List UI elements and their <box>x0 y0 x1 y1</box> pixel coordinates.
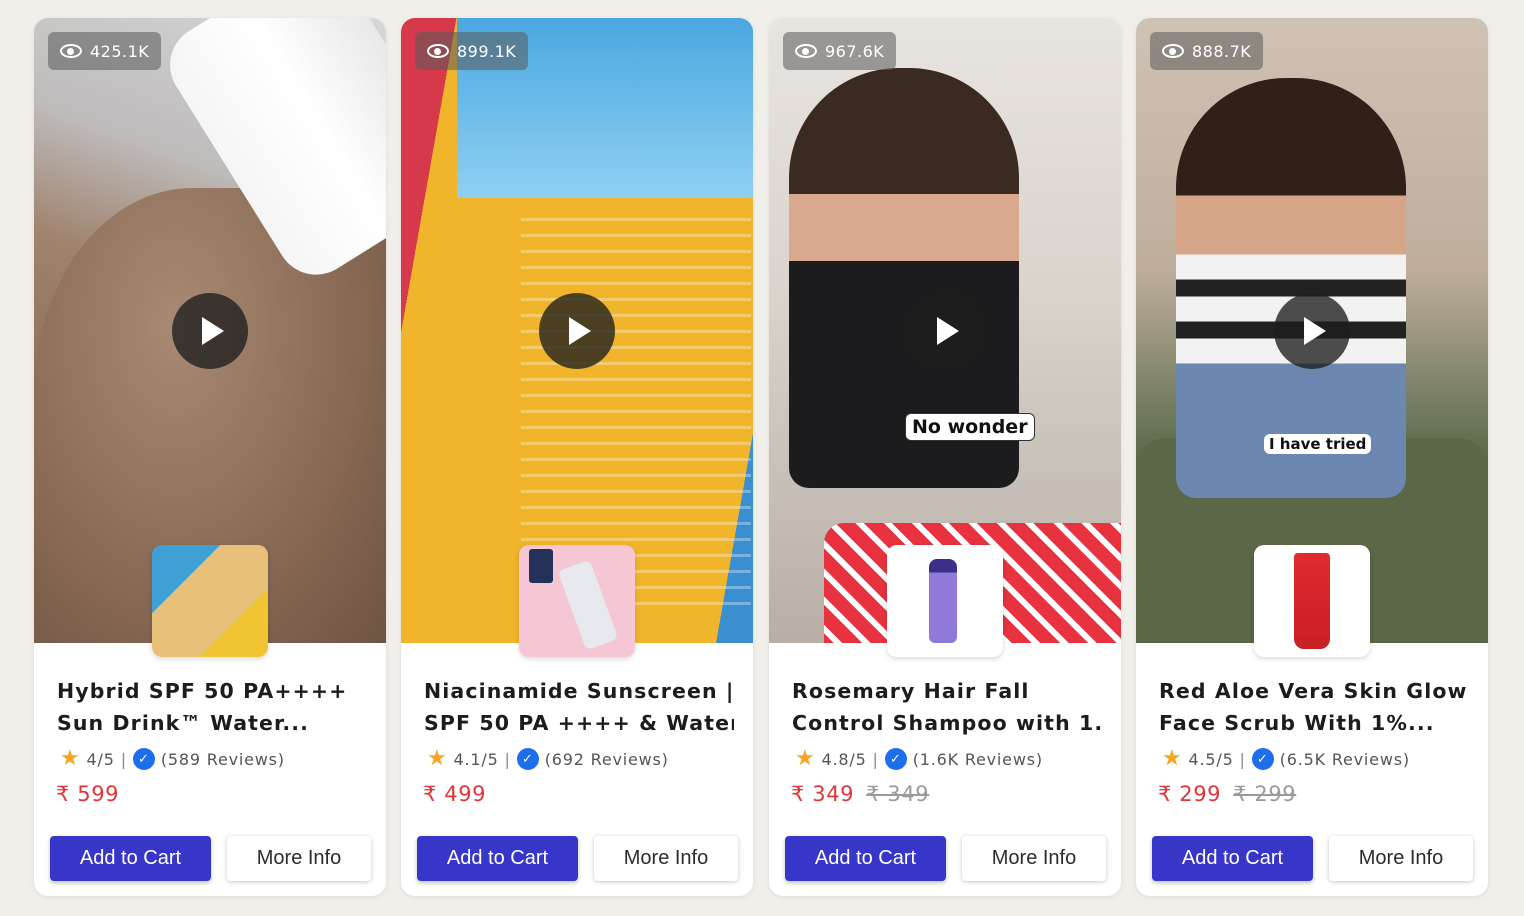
star-icon: ★ <box>795 746 816 771</box>
rating-value: 4.5/5 <box>1188 749 1234 769</box>
video-caption: No wonder <box>905 413 1035 441</box>
product-title-line: Niacinamide Sunscreen | <box>424 679 734 703</box>
product-thumbnail[interactable] <box>519 545 635 657</box>
more-info-button[interactable]: More Info <box>1329 836 1473 881</box>
views-badge: 967.6K <box>783 32 897 70</box>
sale-price: ₹ 299 <box>1158 782 1222 806</box>
sale-price: ₹ 599 <box>56 782 120 806</box>
product-thumbnail[interactable] <box>152 545 268 657</box>
product-title[interactable]: Red Aloe Vera Skin Glow Face Scrub With … <box>1159 675 1469 739</box>
product-card: 899.1K Niacinamide Sunscreen | SPF 50 PA… <box>401 18 753 896</box>
rating-row: ★ 4.1/5 | ✓ (692 Reviews) <box>427 746 669 772</box>
rating-value: 4.1/5 <box>453 749 499 769</box>
play-icon[interactable] <box>1274 293 1350 369</box>
product-title[interactable]: Rosemary Hair Fall Control Shampoo with … <box>792 675 1102 739</box>
verified-check-icon: ✓ <box>132 748 155 770</box>
add-to-cart-button[interactable]: Add to Cart <box>50 836 211 881</box>
divider: | <box>872 749 879 769</box>
play-icon[interactable] <box>172 293 248 369</box>
rating-row: ★ 4.8/5 | ✓ (1.6K Reviews) <box>795 746 1043 772</box>
product-title-line: Red Aloe Vera Skin Glow <box>1159 679 1468 703</box>
product-title-line: Hybrid SPF 50 PA++++ <box>57 679 348 703</box>
views-count: 888.7K <box>1192 41 1252 61</box>
product-tube <box>557 559 619 651</box>
video-caption: I have tried <box>1264 434 1372 454</box>
product-card: 425.1K Hybrid SPF 50 PA++++ Sun Drink™ W… <box>34 18 386 896</box>
product-title-line: Face Scrub With 1%... <box>1159 711 1435 735</box>
product-title-line: Control Shampoo with 1... <box>792 711 1102 735</box>
more-info-button[interactable]: More Info <box>962 836 1106 881</box>
views-count: 899.1K <box>457 41 517 61</box>
price-row: ₹ 599 <box>56 782 119 806</box>
add-to-cart-button[interactable]: Add to Cart <box>785 836 946 881</box>
views-badge: 899.1K <box>415 32 529 70</box>
star-icon: ★ <box>427 746 448 771</box>
product-title[interactable]: Niacinamide Sunscreen | SPF 50 PA ++++ &… <box>424 675 734 739</box>
product-title-line: SPF 50 PA ++++ & Water... <box>424 711 734 735</box>
price-row: ₹ 499 <box>423 782 486 806</box>
price-row: ₹ 299 ₹ 299 <box>1158 782 1296 806</box>
original-price: ₹ 299 <box>1233 782 1297 806</box>
review-count: (692 Reviews) <box>544 749 669 769</box>
more-info-button[interactable]: More Info <box>227 836 371 881</box>
divider: | <box>1239 749 1246 769</box>
product-box <box>529 549 553 583</box>
play-icon[interactable] <box>907 293 983 369</box>
eye-icon <box>795 44 817 58</box>
star-icon: ★ <box>1162 746 1183 771</box>
product-title-line: Rosemary Hair Fall <box>792 679 1030 703</box>
review-count: (6.5K Reviews) <box>1279 749 1410 769</box>
play-icon[interactable] <box>539 293 615 369</box>
views-badge: 888.7K <box>1150 32 1264 70</box>
divider: | <box>504 749 511 769</box>
product-card: 888.7K I have tried Red Aloe Vera Skin G… <box>1136 18 1488 896</box>
more-info-button[interactable]: More Info <box>594 836 738 881</box>
video-product-carousel: 425.1K Hybrid SPF 50 PA++++ Sun Drink™ W… <box>0 0 1524 916</box>
star-icon: ★ <box>60 746 81 771</box>
eye-icon <box>427 44 449 58</box>
sale-price: ₹ 499 <box>423 782 487 806</box>
eye-icon <box>60 44 82 58</box>
product-thumbnail[interactable] <box>887 545 1003 657</box>
rating-value: 4/5 <box>86 749 115 769</box>
divider: | <box>120 749 127 769</box>
add-to-cart-button[interactable]: Add to Cart <box>1152 836 1313 881</box>
review-count: (589 Reviews) <box>160 749 285 769</box>
verified-check-icon: ✓ <box>884 748 907 770</box>
views-count: 967.6K <box>825 41 885 61</box>
rating-value: 4.8/5 <box>821 749 867 769</box>
sale-price: ₹ 349 <box>791 782 855 806</box>
product-thumbnail[interactable] <box>1254 545 1370 657</box>
price-row: ₹ 349 ₹ 349 <box>791 782 929 806</box>
product-card: 967.6K No wonder Rosemary Hair Fall Cont… <box>769 18 1121 896</box>
review-count: (1.6K Reviews) <box>912 749 1043 769</box>
verified-check-icon: ✓ <box>1251 748 1274 770</box>
views-count: 425.1K <box>90 41 150 61</box>
product-title-line: Sun Drink™ Water... <box>57 711 309 735</box>
verified-check-icon: ✓ <box>516 748 539 770</box>
rating-row: ★ 4/5 | ✓ (589 Reviews) <box>60 746 285 772</box>
eye-icon <box>1162 44 1184 58</box>
scrub-tube <box>1294 553 1330 649</box>
views-badge: 425.1K <box>48 32 162 70</box>
rating-row: ★ 4.5/5 | ✓ (6.5K Reviews) <box>1162 746 1410 772</box>
add-to-cart-button[interactable]: Add to Cart <box>417 836 578 881</box>
shampoo-bottle <box>929 559 957 643</box>
product-title[interactable]: Hybrid SPF 50 PA++++ Sun Drink™ Water... <box>57 675 367 739</box>
original-price: ₹ 349 <box>866 782 930 806</box>
